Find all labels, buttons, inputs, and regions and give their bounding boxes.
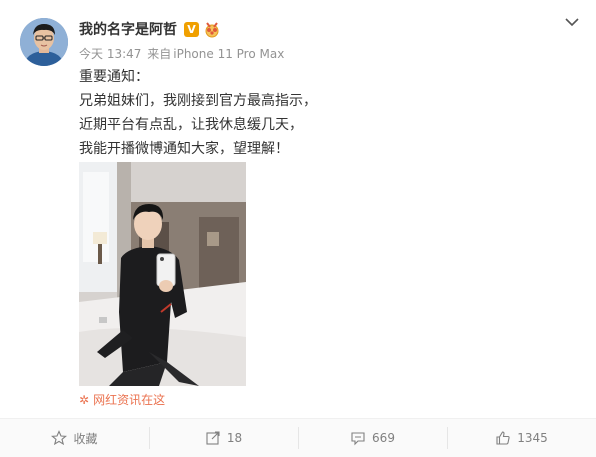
comment-count: 669 xyxy=(372,431,395,445)
source-label: 网红资讯在这 xyxy=(93,393,166,407)
post-text-line: 我能开播微博通知大家，望理解！ xyxy=(79,141,289,157)
post-photo[interactable] xyxy=(79,162,246,386)
like-count: 1345 xyxy=(517,431,548,445)
post-from-prefix: 来自 xyxy=(147,47,172,61)
comment-button[interactable]: 669 xyxy=(298,419,447,457)
medal-badge-icon[interactable] xyxy=(203,21,221,38)
verified-v-badge[interactable]: V xyxy=(184,22,199,37)
comment-icon xyxy=(350,430,366,446)
repost-button[interactable]: 18 xyxy=(149,419,298,457)
author-name[interactable]: 我的名字是阿哲 xyxy=(79,21,177,39)
weibo-post-card: 我的名字是阿哲 V 今天 13:47 来自 iPhone 11 Pro Max 重… xyxy=(0,0,596,457)
post-device: iPhone 11 Pro Max xyxy=(173,47,285,61)
flower-icon: ✲ xyxy=(79,393,90,407)
repost-icon xyxy=(205,430,221,446)
source-link[interactable]: ✲ 网红资讯在这 xyxy=(79,392,165,408)
post-text-line: 兄弟姐妹们，我刚接到官方最高指示， xyxy=(79,93,317,109)
repost-count: 18 xyxy=(226,431,243,445)
chevron-down-icon[interactable] xyxy=(563,14,581,28)
avatar[interactable] xyxy=(20,18,68,66)
star-icon xyxy=(51,430,68,446)
post-meta: 今天 13:47 来自 iPhone 11 Pro Max xyxy=(79,46,286,62)
favorite-button[interactable]: 收藏 xyxy=(0,419,149,457)
post-text-line: 重要通知： xyxy=(79,69,149,85)
like-button[interactable]: 1345 xyxy=(447,419,596,457)
post-content: 重要通知： 兄弟姐妹们，我刚接到官方最高指示， 近期平台有点乱，让我休息缓几天，… xyxy=(79,65,559,161)
post-text-line: 近期平台有点乱，让我休息缓几天， xyxy=(79,117,303,133)
favorite-label: 收藏 xyxy=(73,431,98,446)
thumbs-up-icon xyxy=(495,430,511,446)
action-bar: 收藏 18 669 1345 xyxy=(0,418,596,457)
post-time[interactable]: 今天 13:47 xyxy=(79,47,141,61)
